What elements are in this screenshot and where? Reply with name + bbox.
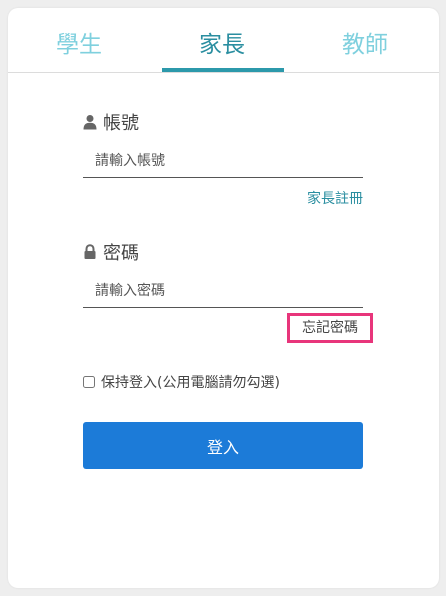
remember-me[interactable]: 保持登入(公用電腦請勿勾選) [83, 373, 280, 393]
lock-icon [83, 243, 97, 259]
login-button[interactable]: 登入 [83, 422, 363, 469]
user-icon [83, 113, 97, 130]
tab-parent[interactable]: 家長 [199, 30, 245, 60]
tab-student[interactable]: 學生 [56, 30, 102, 60]
password-label-text: 密碼 [103, 243, 139, 264]
active-tab-indicator [162, 68, 284, 72]
account-label: 帳號 [83, 112, 139, 136]
parent-register-link[interactable]: 家長註冊 [307, 188, 363, 208]
account-input[interactable] [83, 144, 363, 178]
forgot-password-link[interactable]: 忘記密碼 [287, 313, 373, 343]
tab-teacher[interactable]: 教師 [342, 30, 388, 60]
remember-me-checkbox[interactable] [83, 376, 95, 388]
account-label-text: 帳號 [103, 113, 139, 134]
password-label: 密碼 [83, 242, 139, 266]
remember-me-label: 保持登入(公用電腦請勿勾選) [101, 375, 280, 391]
login-card: 學生 家長 教師 帳號 家長註冊 密碼 忘記密碼 保持登入(公用電腦請勿勾選) … [8, 8, 439, 588]
role-tabs: 學生 家長 教師 [8, 8, 439, 73]
password-input[interactable] [83, 274, 363, 308]
